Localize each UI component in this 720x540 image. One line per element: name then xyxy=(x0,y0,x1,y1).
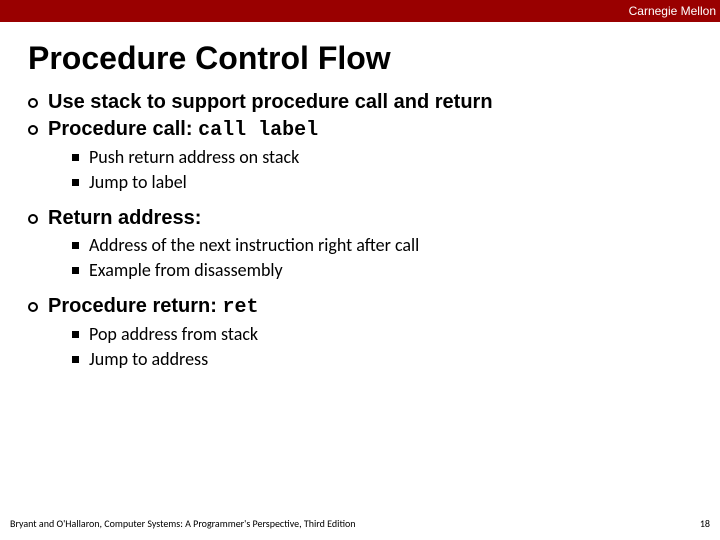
page-number: 18 xyxy=(700,517,710,530)
sub-bullet-group: Address of the next instruction right af… xyxy=(72,234,720,281)
slide-content: Use stack to support procedure call and … xyxy=(28,91,720,370)
bullet-text: Procedure call: call label xyxy=(48,118,318,142)
sub-bullet-item: Address of the next instruction right af… xyxy=(72,234,720,256)
bullet-text: Return address: xyxy=(48,207,201,230)
sub-bullet-group: Pop address from stack Jump to address xyxy=(72,323,720,370)
square-bullet-icon xyxy=(72,331,79,338)
square-bullet-icon xyxy=(72,154,79,161)
square-bullet-icon xyxy=(72,179,79,186)
footer-attribution: Bryant and O'Hallaron, Computer Systems:… xyxy=(10,517,356,530)
code-text: ret xyxy=(222,296,258,319)
bullet-text-prefix: Procedure call: xyxy=(48,118,198,140)
sub-bullet-text: Jump to address xyxy=(89,348,208,370)
bullet-item: Procedure return: ret xyxy=(28,295,720,319)
footer: Bryant and O'Hallaron, Computer Systems:… xyxy=(10,517,710,530)
circle-bullet-icon xyxy=(28,302,38,312)
circle-bullet-icon xyxy=(28,98,38,108)
sub-bullet-text: Address of the next instruction right af… xyxy=(89,234,419,256)
sub-bullet-item: Jump to label xyxy=(72,171,720,193)
sub-bullet-item: Push return address on stack xyxy=(72,146,720,168)
circle-bullet-icon xyxy=(28,125,38,135)
square-bullet-icon xyxy=(72,242,79,249)
bullet-item: Procedure call: call label xyxy=(28,118,720,142)
bullet-item: Use stack to support procedure call and … xyxy=(28,91,720,114)
square-bullet-icon xyxy=(72,267,79,274)
bullet-item: Return address: xyxy=(28,207,720,230)
sub-bullet-text: Example from disassembly xyxy=(89,259,283,281)
bullet-text: Use stack to support procedure call and … xyxy=(48,91,493,114)
square-bullet-icon xyxy=(72,356,79,363)
institution-label: Carnegie Mellon xyxy=(629,4,716,18)
sub-bullet-item: Jump to address xyxy=(72,348,720,370)
sub-bullet-text: Jump to label xyxy=(89,171,187,193)
slide-title: Procedure Control Flow xyxy=(28,40,720,77)
sub-bullet-text: Push return address on stack xyxy=(89,146,299,168)
sub-bullet-group: Push return address on stack Jump to lab… xyxy=(72,146,720,193)
bullet-text: Procedure return: ret xyxy=(48,295,259,319)
sub-bullet-item: Pop address from stack xyxy=(72,323,720,345)
code-text: call label xyxy=(198,119,318,142)
circle-bullet-icon xyxy=(28,214,38,224)
bullet-text-prefix: Procedure return: xyxy=(48,295,222,317)
sub-bullet-item: Example from disassembly xyxy=(72,259,720,281)
sub-bullet-text: Pop address from stack xyxy=(89,323,258,345)
header-bar: Carnegie Mellon xyxy=(0,0,720,22)
